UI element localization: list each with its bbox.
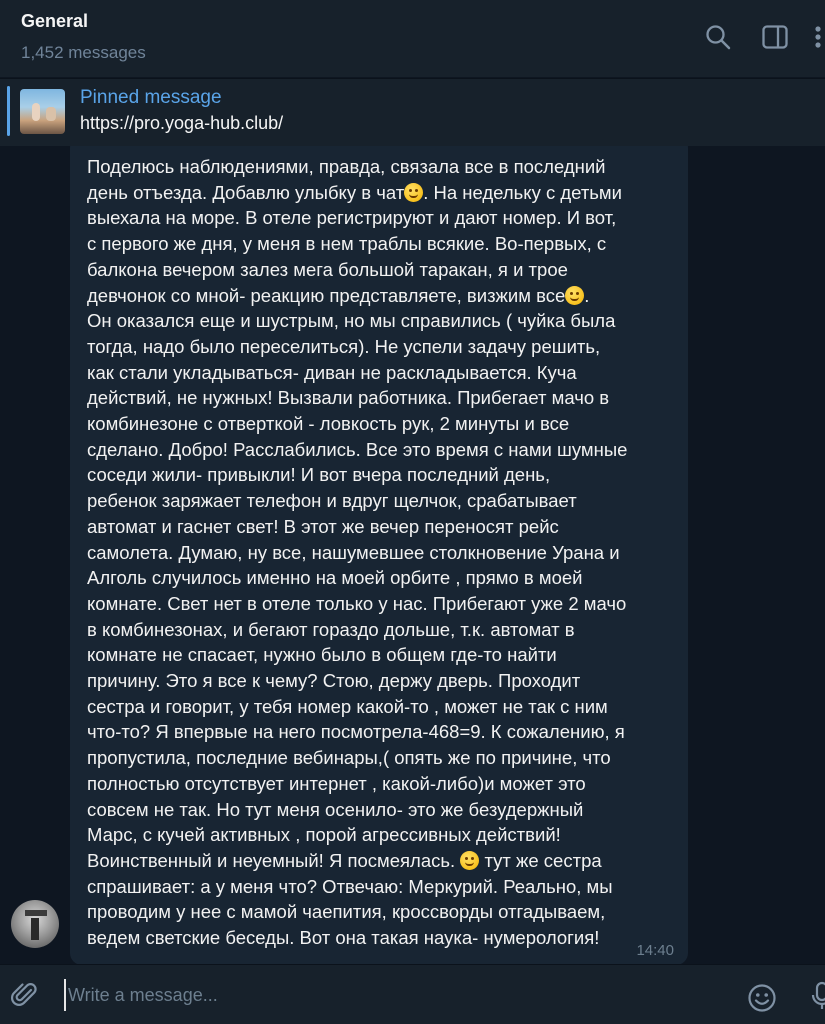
- message-text: Поделюсь наблюдениями, правда, связала в…: [87, 154, 685, 951]
- message-line: тогда, надо было переселиться). Не успел…: [87, 335, 601, 357]
- hand-over-mouth-emoji: [460, 850, 480, 870]
- message-line: Воинственный и неуемный! Я посмеялась. т…: [87, 849, 602, 871]
- chat-header: General 1,452 messages: [0, 0, 825, 77]
- message-line: девчонок со мной- реакцию представляете,…: [87, 284, 590, 306]
- message-line: день отъезда. Добавлю улыбку в чат. На н…: [87, 181, 622, 203]
- pinned-message-bar[interactable]: Pinned message https://pro.yoga-hub.club…: [0, 78, 825, 146]
- message-line: ведем светские беседы. Вот она такая нау…: [87, 927, 600, 949]
- message-line: как стали укладываться- диван не расклад…: [87, 361, 577, 383]
- telegram-chat-window: General 1,452 messages Pinned message ht…: [0, 0, 825, 1024]
- microphone-icon[interactable]: [808, 980, 825, 1012]
- search-icon[interactable]: [703, 22, 733, 52]
- message-line: комнате. Свет нет в отеле только у нас. …: [87, 592, 627, 614]
- pinned-indicator: [7, 86, 10, 136]
- sender-avatar[interactable]: [11, 900, 59, 948]
- message-line: комбинезоне с отверткой - ловкость рук, …: [87, 413, 570, 435]
- message-line: сестра и говорит, у тебя номер какой-то …: [87, 695, 608, 717]
- message-line: действий, не нужных! Вызвали работника. …: [87, 387, 610, 409]
- message-line: комнате не спасает, нужно было в общем г…: [87, 644, 557, 666]
- smile-emoji: [404, 182, 424, 202]
- message-line: Поделюсь наблюдениями, правда, связала в…: [87, 156, 606, 177]
- message-line: совсем не так. Но тут меня осенило- это …: [87, 798, 584, 820]
- message-line: пропустила, последние вебинары,( опять ж…: [87, 747, 611, 769]
- message-timestamp: 14:40: [636, 942, 674, 959]
- message-composer: [0, 964, 825, 1024]
- message-line: проводим у нее с мамой чаепития, кроссво…: [87, 901, 606, 923]
- chat-title[interactable]: General: [21, 11, 88, 32]
- message-input[interactable]: [64, 979, 710, 1011]
- attach-icon[interactable]: [10, 980, 40, 1010]
- message-line: автомат и гаснет свет! В этот же вечер п…: [87, 515, 559, 537]
- message-line: Он оказался еще и шустрым, но мы справил…: [87, 310, 616, 332]
- pinned-thumbnail: [20, 89, 65, 134]
- message-line: Алголь случилось именно на моей орбите ,…: [87, 567, 583, 589]
- pinned-title: Pinned message: [80, 87, 222, 108]
- pinned-link[interactable]: https://pro.yoga-hub.club/: [80, 113, 283, 134]
- message-line: соседи жили- привыкли! И вот вчера после…: [87, 464, 551, 486]
- sidebar-toggle-icon[interactable]: [760, 22, 790, 52]
- emoji-icon[interactable]: [746, 982, 778, 1014]
- more-icon[interactable]: [803, 22, 825, 52]
- message-line: в комбинезонах, и бегают гораздо дольше,…: [87, 618, 575, 640]
- message-line: что-то? Я впервые на него посмотрела-468…: [87, 721, 625, 743]
- message-line: полностью отсутствует интернет , какой-л…: [87, 772, 586, 794]
- message-line: самолета. Думаю, ну все, нашумевшее стол…: [87, 541, 620, 563]
- message-line: балкона вечером залез мега большой тарак…: [87, 258, 568, 280]
- laughing-tears-emoji: [565, 285, 585, 305]
- message-line: с первого же дня, у меня в нем траблы вс…: [87, 233, 607, 255]
- message-list[interactable]: Поделюсь наблюдениями, правда, связала в…: [0, 146, 825, 964]
- message-line: спрашивает: а у меня что? Отвечаю: Мерку…: [87, 875, 613, 897]
- message-line: Марс, с кучей активных , порой агрессивн…: [87, 824, 561, 846]
- member-count: 1,452 messages: [21, 43, 146, 62]
- message-line: выехала на море. В отеле регистрируют и …: [87, 207, 617, 229]
- message-line: сделано. Добро! Расслабились. Все это вр…: [87, 438, 628, 460]
- message-bubble[interactable]: Поделюсь наблюдениями, правда, связала в…: [70, 146, 688, 964]
- message-line: ребенок заряжает телефон и вдруг щелчок,…: [87, 490, 577, 512]
- message-line: причину. Это я все к чему? Стою, держу д…: [87, 670, 581, 692]
